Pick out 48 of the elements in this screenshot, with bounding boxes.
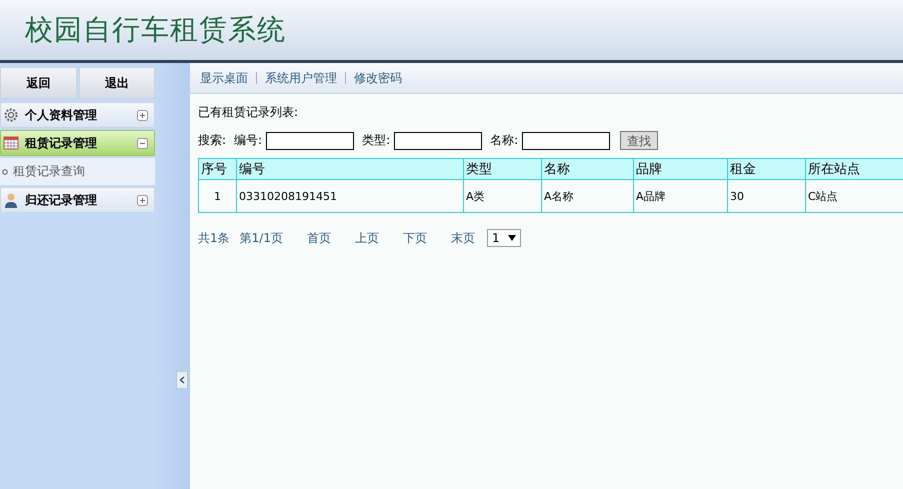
menu-group[interactable]: 租赁记录管理 [0, 130, 155, 156]
collapse-icon[interactable] [137, 138, 148, 148]
find-button[interactable]: 查找 [620, 131, 658, 150]
column-header: 租金 [728, 158, 806, 180]
caret-icon [508, 235, 516, 241]
table-cell: A名称 [542, 180, 634, 212]
collapse-sidebar-button[interactable] [176, 371, 188, 389]
nav-link[interactable]: 修改密码 [354, 70, 402, 86]
table-cell: A类 [464, 180, 542, 212]
expand-icon[interactable] [137, 110, 148, 120]
gear-icon [3, 107, 19, 123]
table-cell: 03310208191451 [236, 180, 464, 212]
column-header: 编号 [236, 158, 464, 180]
app-title: 校园自行车租赁系统 [25, 12, 286, 48]
pager-link[interactable]: 末页 [450, 230, 475, 246]
nav-link[interactable]: 系统用户管理 [265, 70, 337, 86]
column-header: 类型 [464, 158, 542, 180]
pager-link[interactable]: 上页 [354, 230, 379, 246]
table-cell: A品牌 [634, 180, 728, 212]
column-header: 序号 [198, 158, 236, 180]
field-label: 编号: [234, 132, 262, 149]
page-indicator: 第1/1页 [240, 230, 283, 246]
table-cell: 30 [728, 180, 806, 212]
person-icon [3, 192, 19, 208]
menu-group[interactable]: 个人资料管理 [0, 102, 155, 128]
record-count: 共1条 [198, 230, 230, 246]
input-field[interactable] [522, 132, 610, 150]
menu-group[interactable]: 归还记录管理 [0, 187, 155, 213]
list-title: 已有租赁记录列表: [198, 104, 300, 121]
bullet-icon [2, 168, 8, 174]
page-select[interactable]: 1 [486, 229, 521, 247]
input-field[interactable] [266, 132, 354, 150]
column-header: 品牌 [634, 158, 728, 180]
nav-link[interactable]: 显示桌面 [200, 70, 248, 86]
chevron-left-icon [179, 376, 185, 384]
pager-link[interactable]: 下页 [402, 230, 427, 246]
sidebar-button[interactable]: 返回 [0, 67, 76, 99]
input-field[interactable] [394, 132, 482, 150]
table-cell: 1 [198, 180, 236, 212]
column-header: 所在站点 [806, 158, 903, 180]
pager-link[interactable]: 首页 [306, 230, 331, 246]
field-label: 名称: [490, 132, 518, 149]
field-label: 类型: [362, 132, 390, 149]
search-label: 搜索: [198, 132, 226, 149]
sidebar-button[interactable]: 退出 [78, 67, 155, 99]
expand-icon[interactable] [137, 194, 148, 206]
column-header: 名称 [542, 158, 634, 180]
calendar-icon [3, 135, 19, 151]
